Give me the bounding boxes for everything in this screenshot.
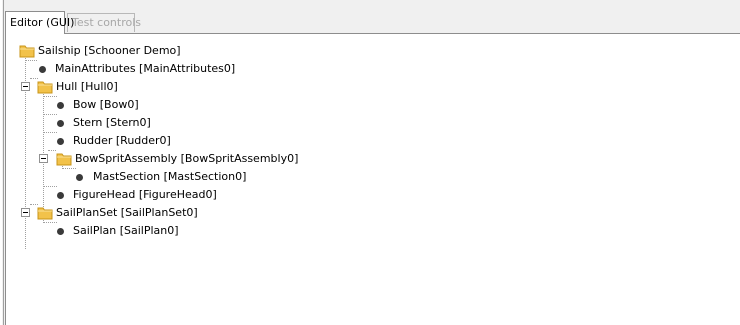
collapse-toggle-icon[interactable]: [39, 154, 48, 163]
tree-node-figurehead[interactable]: FigureHead [FigureHead0]: [6, 186, 406, 204]
folder-icon: [56, 153, 72, 166]
tree-node-label: Bow [Bow0]: [73, 98, 139, 111]
tree-node-bow[interactable]: Bow [Bow0]: [6, 96, 406, 114]
tab-strip: Editor (GUI) Test controls: [5, 11, 740, 34]
tree-node-sailship[interactable]: Sailship [Schooner Demo]: [6, 42, 406, 60]
folder-icon: [37, 207, 53, 220]
component-tree: Sailship [Schooner Demo] MainAttributes …: [6, 34, 740, 325]
tree-node-label: FigureHead [FigureHead0]: [73, 188, 217, 201]
tree-node-label: MastSection [MastSection0]: [93, 170, 247, 183]
bullet-icon: [57, 138, 64, 145]
tree-node-sailplan[interactable]: SailPlan [SailPlan0]: [6, 222, 406, 240]
folder-icon: [19, 45, 35, 58]
collapse-toggle-icon[interactable]: [21, 208, 30, 217]
tree-node-hull[interactable]: Hull [Hull0]: [6, 78, 406, 96]
tree-node-label: Rudder [Rudder0]: [73, 134, 171, 147]
folder-icon: [37, 81, 53, 94]
tree-node-label: SailPlanSet [SailPlanSet0]: [56, 206, 198, 219]
bullet-icon: [57, 192, 64, 199]
tree-node-label: Sailship [Schooner Demo]: [38, 44, 181, 57]
editor-panel: Sailship [Schooner Demo] MainAttributes …: [5, 34, 740, 325]
tree-node-bowspritassembly[interactable]: BowSpritAssembly [BowSpritAssembly0]: [6, 150, 426, 168]
collapse-toggle-icon[interactable]: [21, 82, 30, 91]
bullet-icon: [57, 102, 64, 109]
tree-node-label: Stern [Stern0]: [73, 116, 151, 129]
tree-node-stern[interactable]: Stern [Stern0]: [6, 114, 406, 132]
bullet-icon: [39, 66, 46, 73]
window-edge-shadow: [3, 0, 4, 325]
tree-node-mainattributes[interactable]: MainAttributes [MainAttributes0]: [6, 60, 406, 78]
bullet-icon: [76, 174, 83, 181]
tree-node-label: SailPlan [SailPlan0]: [73, 224, 179, 237]
tree-node-label: MainAttributes [MainAttributes0]: [55, 62, 236, 75]
tree-node-sailplanset[interactable]: SailPlanSet [SailPlanSet0]: [6, 204, 406, 222]
bullet-icon: [57, 228, 64, 235]
tree-node-label: BowSpritAssembly [BowSpritAssembly0]: [75, 152, 299, 165]
tree-node-rudder[interactable]: Rudder [Rudder0]: [6, 132, 406, 150]
window-edge: [0, 0, 2, 325]
tree-node-mastsection[interactable]: MastSection [MastSection0]: [6, 168, 406, 186]
tab-editor-gui[interactable]: Editor (GUI): [5, 11, 74, 34]
tab-test-controls[interactable]: Test controls: [67, 13, 141, 32]
tree-node-label: Hull [Hull0]: [56, 80, 118, 93]
bullet-icon: [57, 120, 64, 127]
